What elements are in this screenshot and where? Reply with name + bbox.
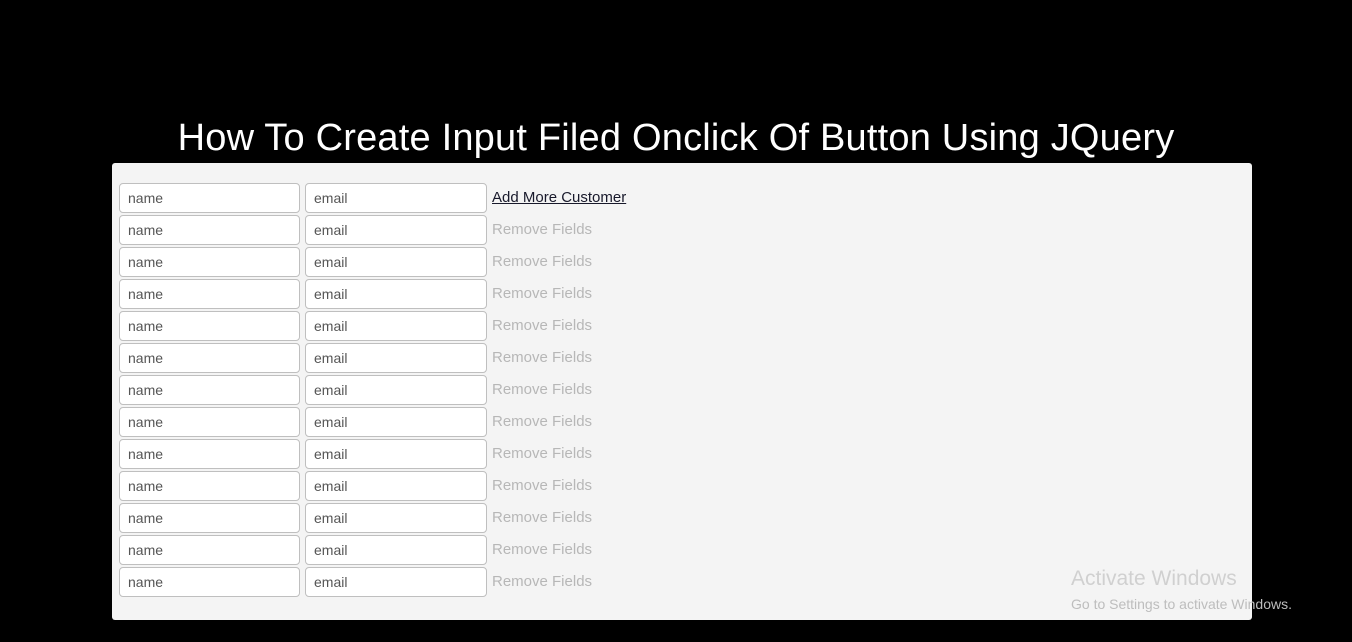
email-input[interactable] — [305, 535, 487, 565]
field-row: Remove Fields — [119, 343, 1245, 375]
email-input[interactable] — [305, 407, 487, 437]
field-row: Add More Customer — [119, 183, 1245, 215]
name-input[interactable] — [119, 407, 300, 437]
form-panel: Add More CustomerRemove FieldsRemove Fie… — [112, 163, 1252, 620]
email-input[interactable] — [305, 503, 487, 533]
remove-fields-link[interactable]: Remove Fields — [492, 567, 592, 597]
remove-fields-link[interactable]: Remove Fields — [492, 279, 592, 309]
remove-fields-link[interactable]: Remove Fields — [492, 407, 592, 437]
field-row: Remove Fields — [119, 439, 1245, 471]
email-input[interactable] — [305, 311, 487, 341]
field-row: Remove Fields — [119, 375, 1245, 407]
email-input[interactable] — [305, 439, 487, 469]
page-title: How To Create Input Filed Onclick Of But… — [177, 117, 1175, 160]
name-input[interactable] — [119, 247, 300, 277]
name-input[interactable] — [119, 311, 300, 341]
field-row: Remove Fields — [119, 407, 1245, 439]
field-row: Remove Fields — [119, 247, 1245, 279]
field-row: Remove Fields — [119, 503, 1245, 535]
name-input[interactable] — [119, 343, 300, 373]
email-input[interactable] — [305, 183, 487, 213]
field-row: Remove Fields — [119, 311, 1245, 343]
email-input[interactable] — [305, 375, 487, 405]
name-input[interactable] — [119, 535, 300, 565]
name-input[interactable] — [119, 215, 300, 245]
remove-fields-link[interactable]: Remove Fields — [492, 247, 592, 277]
name-input[interactable] — [119, 183, 300, 213]
remove-fields-link[interactable]: Remove Fields — [492, 439, 592, 469]
email-input[interactable] — [305, 279, 487, 309]
email-input[interactable] — [305, 247, 487, 277]
field-row: Remove Fields — [119, 279, 1245, 311]
remove-fields-link[interactable]: Remove Fields — [492, 215, 592, 245]
name-input[interactable] — [119, 471, 300, 501]
email-input[interactable] — [305, 471, 487, 501]
add-more-customer-link[interactable]: Add More Customer — [492, 183, 626, 213]
remove-fields-link[interactable]: Remove Fields — [492, 375, 592, 405]
field-row: Remove Fields — [119, 471, 1245, 503]
remove-fields-link[interactable]: Remove Fields — [492, 535, 592, 565]
email-input[interactable] — [305, 343, 487, 373]
remove-fields-link[interactable]: Remove Fields — [492, 343, 592, 373]
field-row: Remove Fields — [119, 567, 1245, 599]
remove-fields-link[interactable]: Remove Fields — [492, 503, 592, 533]
name-input[interactable] — [119, 503, 300, 533]
name-input[interactable] — [119, 439, 300, 469]
name-input[interactable] — [119, 375, 300, 405]
email-input[interactable] — [305, 215, 487, 245]
page-root: How To Create Input Filed Onclick Of But… — [0, 0, 1352, 642]
remove-fields-link[interactable]: Remove Fields — [492, 471, 592, 501]
field-row: Remove Fields — [119, 535, 1245, 567]
email-input[interactable] — [305, 567, 487, 597]
field-row: Remove Fields — [119, 215, 1245, 247]
field-rows-container: Add More CustomerRemove FieldsRemove Fie… — [119, 183, 1245, 599]
name-input[interactable] — [119, 279, 300, 309]
name-input[interactable] — [119, 567, 300, 597]
remove-fields-link[interactable]: Remove Fields — [492, 311, 592, 341]
